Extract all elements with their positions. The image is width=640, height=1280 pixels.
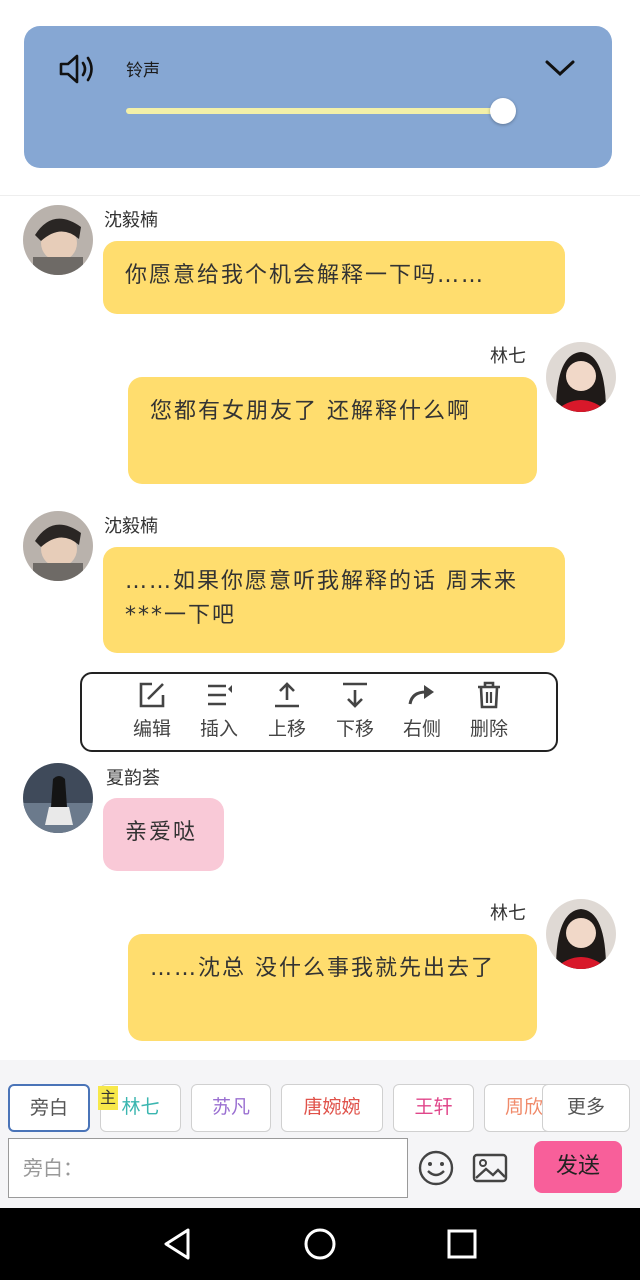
delete-button[interactable]: 删除: [459, 680, 519, 746]
home-icon[interactable]: [300, 1224, 340, 1264]
insert-label: 插入: [199, 718, 238, 740]
send-button[interactable]: 发送: [534, 1141, 622, 1193]
message-input[interactable]: 旁白：: [8, 1138, 408, 1198]
speaker-icon[interactable]: [58, 52, 98, 86]
delete-label: 删除: [469, 718, 508, 740]
system-navigation-bar: [0, 1208, 640, 1280]
sender-name: 林七: [490, 346, 526, 367]
insert-icon: [208, 684, 232, 706]
trash-icon: [478, 681, 500, 709]
message-bubble[interactable]: ……沈总 没什么事我就先出去了: [128, 934, 537, 1041]
image-icon[interactable]: [470, 1148, 510, 1188]
sender-name: 林七: [490, 903, 526, 924]
right-side-label: 右侧: [402, 718, 441, 740]
message-bubble[interactable]: 您都有女朋友了 还解释什么啊: [128, 377, 537, 484]
arrow-up-icon: [275, 682, 299, 708]
volume-label: 铃声: [126, 61, 160, 81]
edit-icon: [139, 682, 165, 708]
right-side-button[interactable]: 右侧: [392, 680, 452, 746]
avatar[interactable]: [546, 342, 616, 412]
more-roles-button[interactable]: 更多: [542, 1084, 630, 1132]
move-up-button[interactable]: 上移: [257, 680, 317, 746]
message-bubble[interactable]: 亲爱哒: [103, 798, 224, 871]
chevron-down-icon[interactable]: [544, 56, 576, 80]
avatar[interactable]: [23, 511, 93, 581]
sender-name: 夏韵荟: [106, 768, 160, 789]
emoji-icon[interactable]: [416, 1148, 456, 1188]
role-chip[interactable]: 王轩: [393, 1084, 474, 1132]
message-action-toolbar: 编辑 插入 上移 下移 右侧 删除: [80, 672, 558, 752]
message-bubble[interactable]: 你愿意给我个机会解释一下吗……: [103, 241, 565, 314]
volume-slider-knob[interactable]: [490, 98, 516, 124]
avatar[interactable]: [23, 205, 93, 275]
main-role-badge: 主: [98, 1086, 118, 1110]
role-chip[interactable]: 苏凡: [191, 1084, 271, 1132]
recents-icon[interactable]: [442, 1224, 482, 1264]
role-chip-narration[interactable]: 旁白: [8, 1084, 90, 1132]
volume-slider-track[interactable]: [126, 108, 504, 114]
edit-label: 编辑: [132, 718, 171, 740]
avatar[interactable]: [546, 899, 616, 969]
role-chip[interactable]: 唐婉婉: [281, 1084, 383, 1132]
sender-name: 沈毅楠: [104, 516, 158, 537]
forward-icon: [408, 685, 434, 705]
arrow-down-icon: [343, 682, 367, 708]
message-bubble[interactable]: ……如果你愿意听我解释的话 周末来***一下吧: [103, 547, 565, 653]
avatar[interactable]: [23, 763, 93, 833]
volume-panel: 铃声: [24, 26, 612, 168]
move-down-label: 下移: [335, 718, 374, 740]
move-up-label: 上移: [267, 718, 306, 740]
move-down-button[interactable]: 下移: [325, 680, 385, 746]
sender-name: 沈毅楠: [104, 210, 158, 231]
back-icon[interactable]: [158, 1224, 198, 1264]
insert-button[interactable]: 插入: [189, 680, 249, 746]
edit-button[interactable]: 编辑: [122, 680, 182, 746]
